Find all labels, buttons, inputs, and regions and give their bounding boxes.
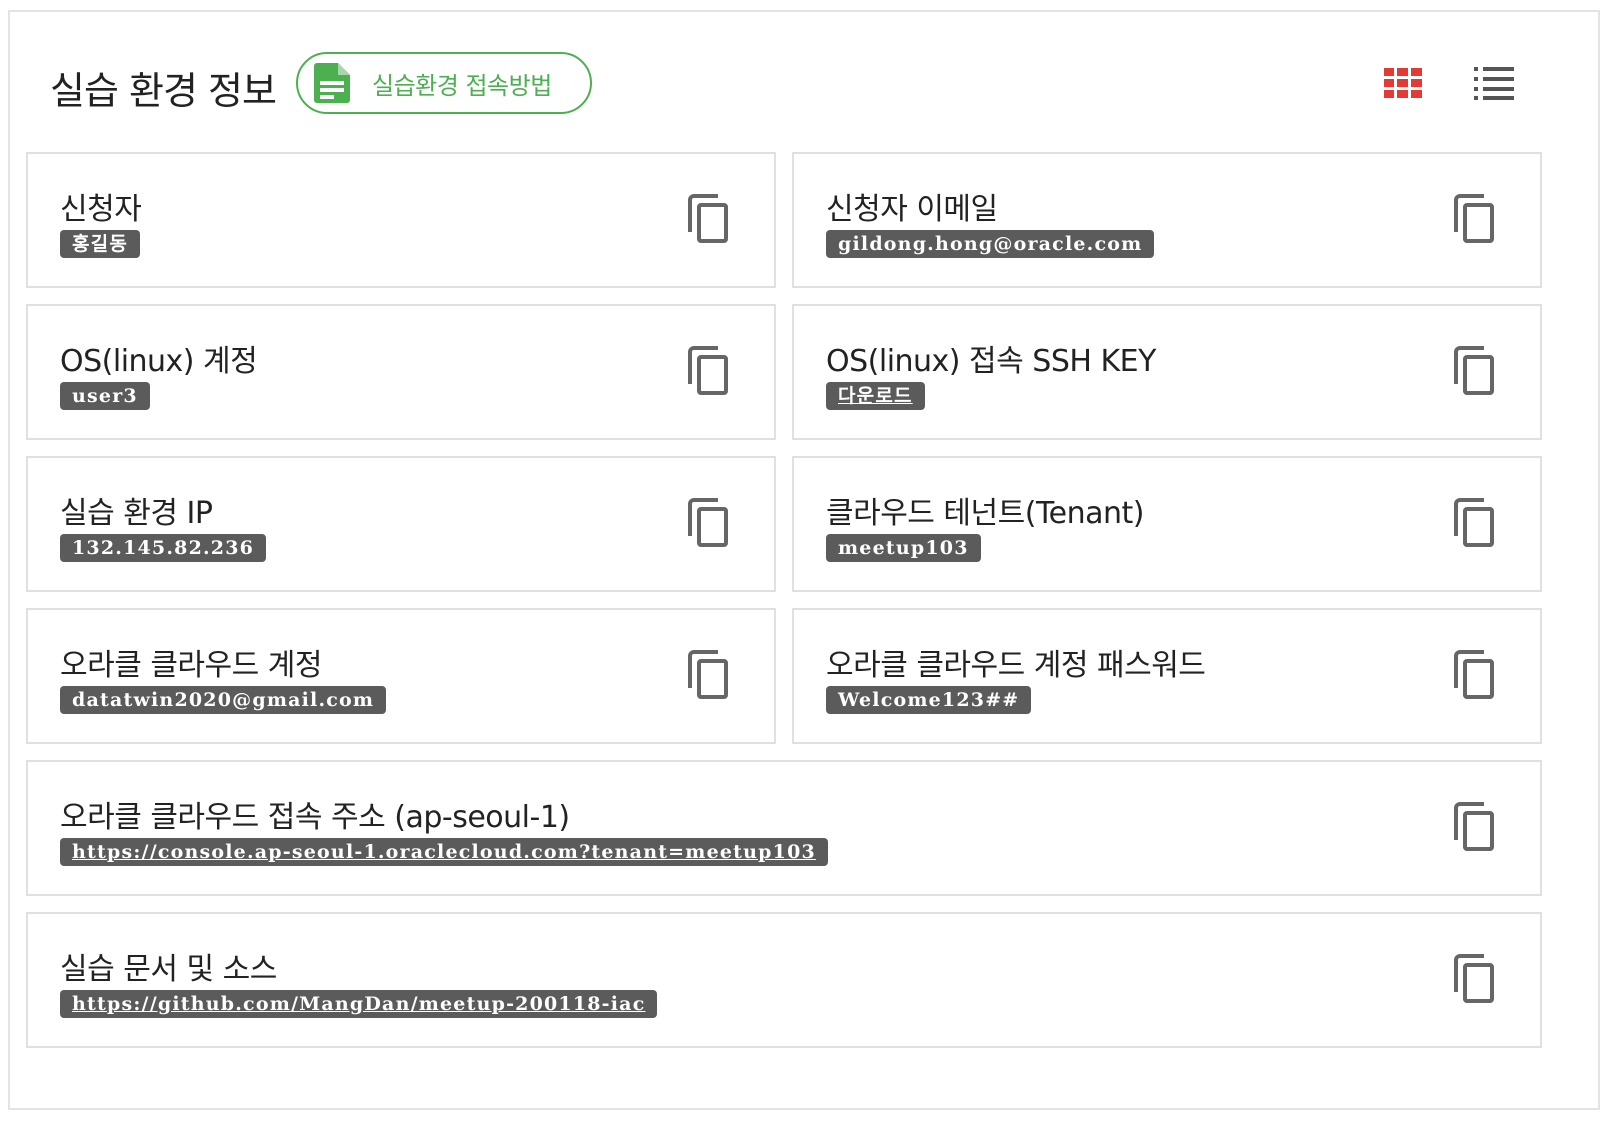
card-value: gildong.hong@oracle.com	[826, 230, 1155, 258]
card-value: Welcome123##	[826, 686, 1032, 714]
info-card: 오라클 클라우드 계정 패스워드 Welcome123##	[792, 608, 1542, 744]
card-title: 실습 문서 및 소스	[60, 952, 277, 987]
ssh-key-download-link[interactable]: 다운로드	[826, 382, 925, 410]
card-value: user3	[60, 382, 150, 410]
info-card-grid: 신청자 홍길동 신청자 이메일 gildong.hong@oracle.com …	[10, 12, 1598, 1108]
card-title: 오라클 클라우드 계정 패스워드	[826, 648, 1206, 683]
copy-icon[interactable]	[686, 650, 730, 700]
card-value: meetup103	[826, 534, 981, 562]
info-card: 클라우드 테넌트(Tenant) meetup103	[792, 456, 1542, 592]
card-value: 132.145.82.236	[60, 534, 267, 562]
card-title: 클라우드 테넌트(Tenant)	[826, 496, 1145, 531]
card-title: OS(linux) 계정	[60, 344, 258, 379]
info-card: OS(linux) 계정 user3	[26, 304, 776, 440]
copy-icon[interactable]	[1452, 802, 1496, 852]
github-url-link[interactable]: https://github.com/MangDan/meetup-200118…	[60, 990, 658, 1018]
card-title: 실습 환경 IP	[60, 496, 213, 531]
copy-icon[interactable]	[686, 194, 730, 244]
copy-icon[interactable]	[1452, 954, 1496, 1004]
card-title: OS(linux) 접속 SSH KEY	[826, 344, 1156, 379]
card-title: 신청자 이메일	[826, 192, 998, 227]
info-card: 신청자 이메일 gildong.hong@oracle.com	[792, 152, 1542, 288]
card-title: 오라클 클라우드 계정	[60, 648, 322, 683]
info-card: 오라클 클라우드 계정 datatwin2020@gmail.com	[26, 608, 776, 744]
info-card: 신청자 홍길동	[26, 152, 776, 288]
copy-icon[interactable]	[1452, 346, 1496, 396]
info-card: 실습 환경 IP 132.145.82.236	[26, 456, 776, 592]
info-card: 실습 문서 및 소스 https://github.com/MangDan/me…	[26, 912, 1542, 1048]
copy-icon[interactable]	[686, 346, 730, 396]
console-url-link[interactable]: https://console.ap-seoul-1.oraclecloud.c…	[60, 838, 828, 866]
card-value: 홍길동	[60, 230, 141, 258]
copy-icon[interactable]	[686, 498, 730, 548]
info-card: OS(linux) 접속 SSH KEY 다운로드	[792, 304, 1542, 440]
card-value: datatwin2020@gmail.com	[60, 686, 387, 714]
card-title: 신청자	[60, 192, 142, 227]
copy-icon[interactable]	[1452, 650, 1496, 700]
copy-icon[interactable]	[1452, 194, 1496, 244]
card-title: 오라클 클라우드 접속 주소 (ap-seoul-1)	[60, 800, 570, 835]
info-card: 오라클 클라우드 접속 주소 (ap-seoul-1) https://cons…	[26, 760, 1542, 896]
environment-info-panel: 실습 환경 정보 실습환경 접속방법 신청자 홍길동 신청자 이메일 gildo…	[8, 10, 1600, 1110]
copy-icon[interactable]	[1452, 498, 1496, 548]
